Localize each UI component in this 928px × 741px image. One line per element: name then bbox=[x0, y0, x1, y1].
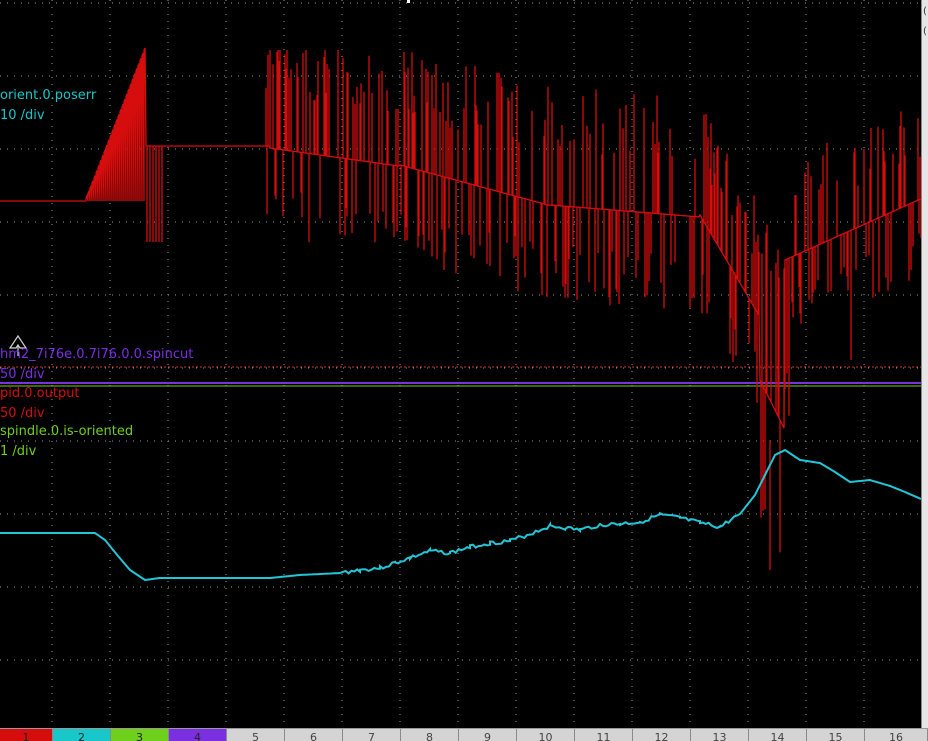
trace-label-pid-name: pid.0.output bbox=[0, 386, 80, 401]
channel-button-10[interactable]: 10 bbox=[517, 729, 575, 741]
channel-button-4[interactable]: 4 bbox=[169, 729, 227, 741]
trace-label-orient-name: orient.0.poserr bbox=[0, 88, 97, 103]
trace-label-spincut-name: hm2_7i76e.0.7i76.0.0.spincut bbox=[0, 347, 194, 362]
trace-label-pid-scale: 50 /div bbox=[0, 406, 45, 421]
trace-label-orient-scale: 10 /div bbox=[0, 108, 45, 123]
channel-button-6[interactable]: 6 bbox=[285, 729, 343, 741]
channel-button-1[interactable]: 1 bbox=[0, 729, 53, 741]
channel-button-14[interactable]: 14 bbox=[749, 729, 807, 741]
orient-poserr-trace bbox=[0, 448, 921, 582]
channel-button-11[interactable]: 11 bbox=[575, 729, 633, 741]
trace-label-oriented-name: spindle.0.is-oriented bbox=[0, 424, 134, 439]
top-marker bbox=[407, 0, 410, 3]
trace-label-spincut-scale: 50 /div bbox=[0, 367, 45, 382]
right-mark-2: ( bbox=[923, 26, 927, 37]
right-panel-edge: ( ( bbox=[921, 0, 928, 728]
channel-button-2[interactable]: 2 bbox=[53, 729, 111, 741]
right-mark-1: ( bbox=[923, 6, 927, 17]
channel-button-5[interactable]: 5 bbox=[227, 729, 285, 741]
channel-button-16[interactable]: 16 bbox=[865, 729, 928, 741]
scope-traces bbox=[0, 47, 921, 582]
channel-button-15[interactable]: 15 bbox=[807, 729, 865, 741]
halscope-window: orient.0.poserr 10 /div hm2_7i76e.0.7i76… bbox=[0, 0, 928, 741]
pid-output-trace bbox=[0, 47, 921, 570]
channel-button-9[interactable]: 9 bbox=[459, 729, 517, 741]
channel-button-8[interactable]: 8 bbox=[401, 729, 459, 741]
channel-selector-bar: 1 2 3 4 5 6 7 8 9 10 11 12 13 14 15 16 bbox=[0, 728, 928, 741]
channel-button-3[interactable]: 3 bbox=[111, 729, 169, 741]
channel-button-12[interactable]: 12 bbox=[633, 729, 691, 741]
scope-display[interactable]: orient.0.poserr 10 /div hm2_7i76e.0.7i76… bbox=[0, 0, 921, 728]
channel-button-7[interactable]: 7 bbox=[343, 729, 401, 741]
trace-label-oriented-scale: 1 /div bbox=[0, 444, 37, 459]
channel-button-13[interactable]: 13 bbox=[691, 729, 749, 741]
